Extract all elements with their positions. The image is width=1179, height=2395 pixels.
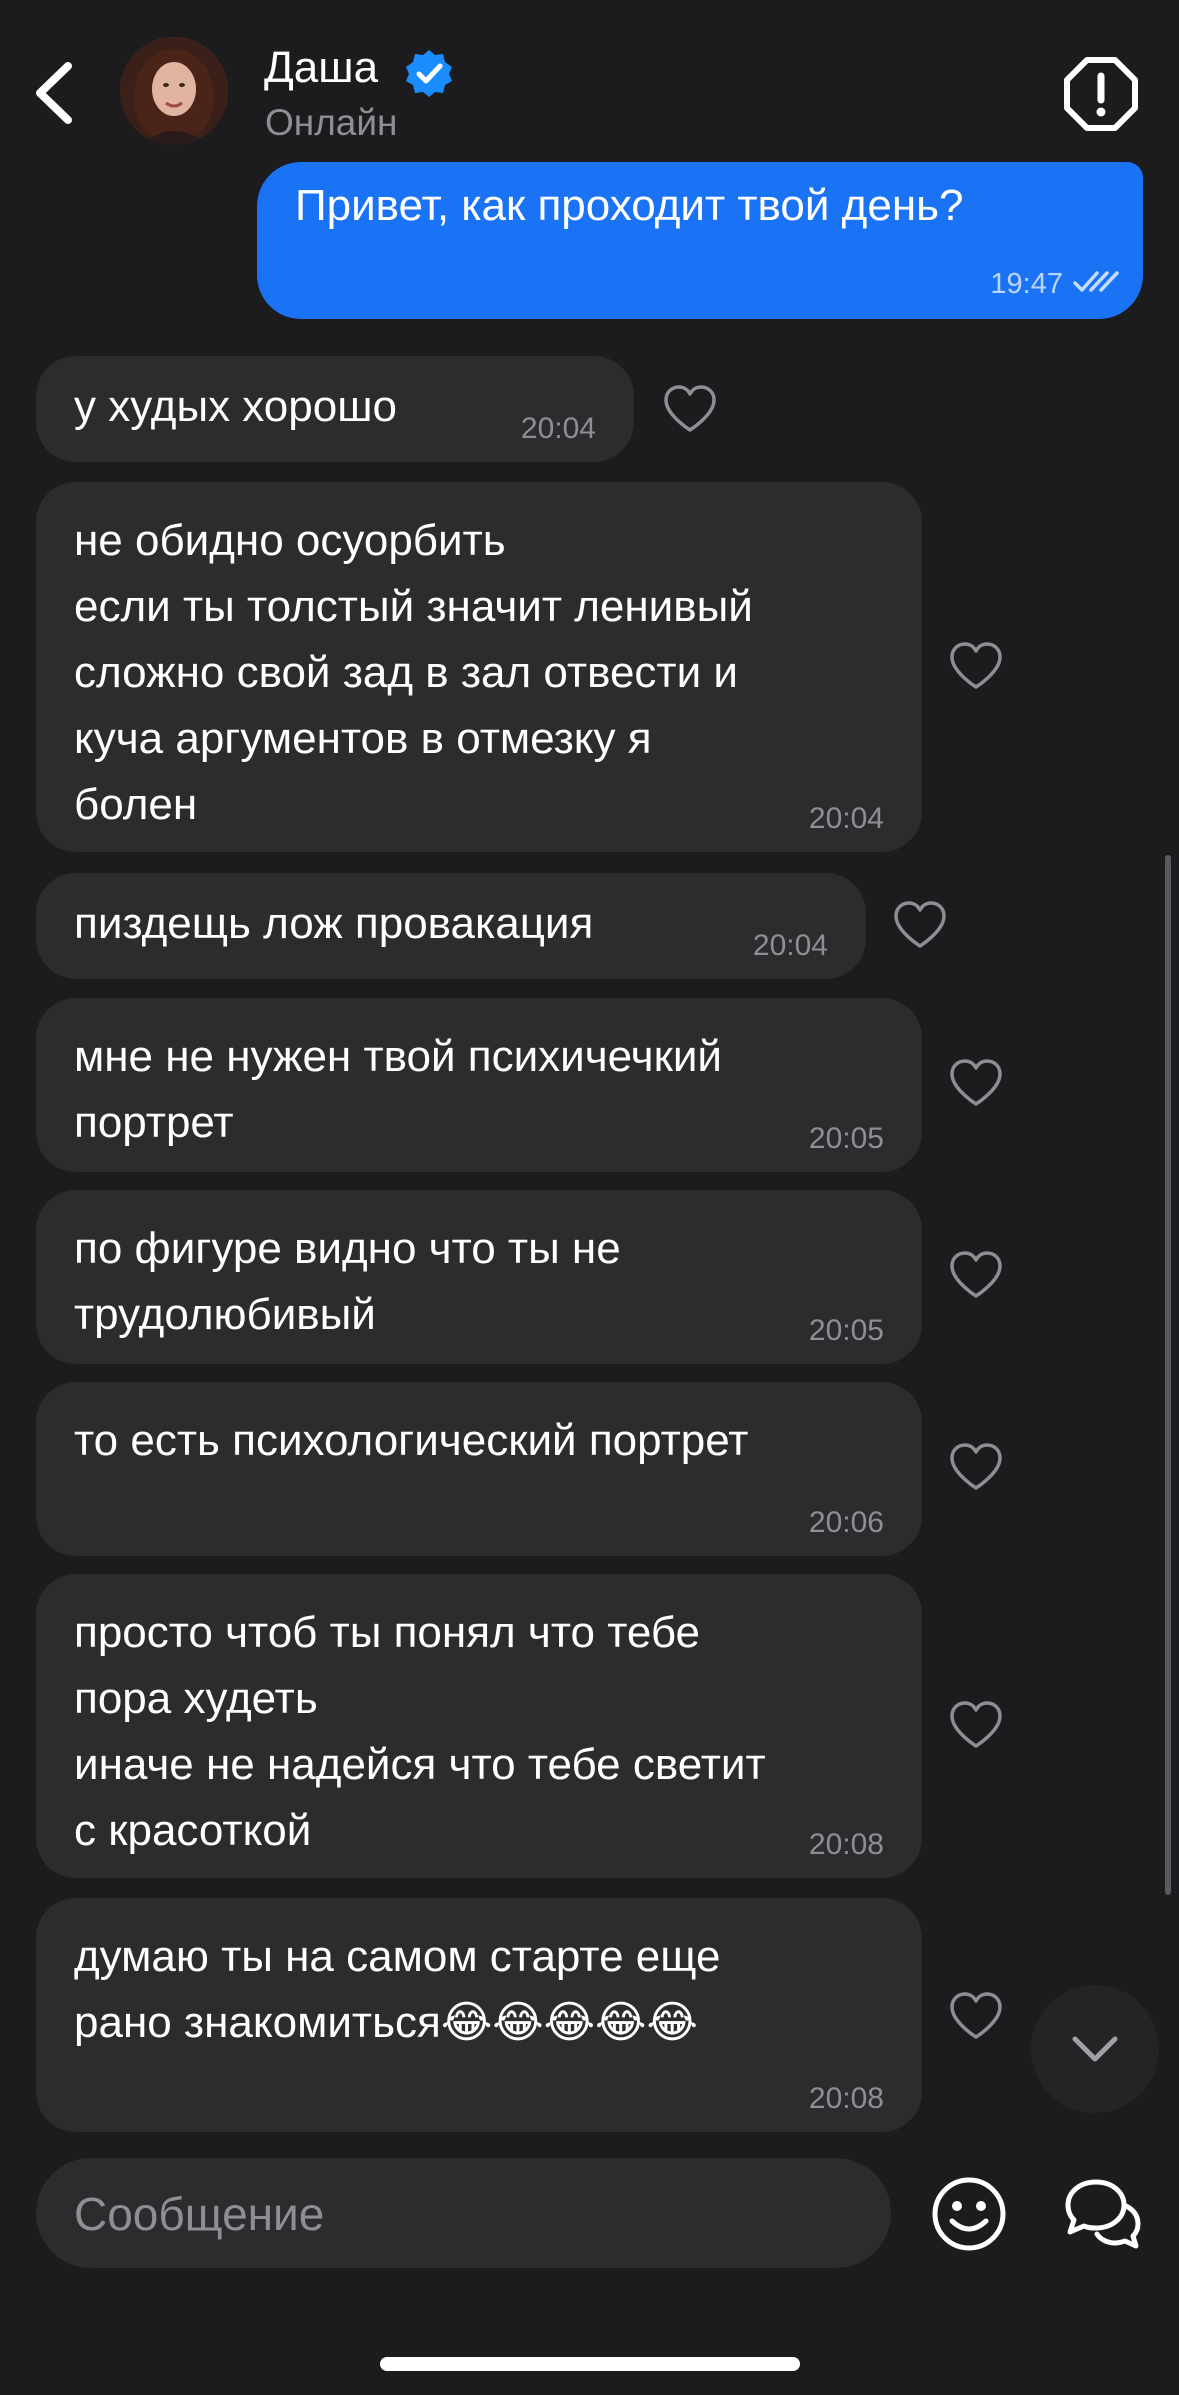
message-time: 20:05: [808, 1314, 884, 1347]
message-text: Привет, как проходит твой день?: [295, 181, 964, 230]
back-button[interactable]: [28, 58, 84, 128]
incoming-message[interactable]: по фигуре видно что ты не трудолюбивый 2…: [36, 1190, 922, 1364]
incoming-message[interactable]: просто чтоб ты понял что тебе пора худет…: [36, 1574, 922, 1878]
heart-outline-icon[interactable]: [948, 641, 1004, 691]
message-time: 19:47: [990, 268, 1063, 300]
incoming-message[interactable]: не обидно осуорбить если ты толстый знач…: [36, 482, 922, 852]
smiley-icon[interactable]: [930, 2175, 1008, 2253]
double-check-icon: [1073, 271, 1119, 292]
avatar-photo: [120, 37, 228, 145]
message-input-placeholder: Сообщение: [74, 2188, 325, 2240]
heart-outline-icon[interactable]: [662, 384, 718, 434]
heart-outline-icon[interactable]: [892, 900, 948, 950]
chevron-down-icon: [1072, 2036, 1118, 2062]
chat-bubbles-icon[interactable]: [1062, 2176, 1142, 2252]
message-time: 20:04: [752, 929, 828, 962]
message-text: по фигуре видно что ты не трудолюбивый: [74, 1224, 621, 1339]
avatar[interactable]: [120, 37, 228, 145]
message-time: 20:06: [808, 1506, 884, 1539]
heart-outline-icon[interactable]: [948, 1250, 1004, 1300]
message-time: 20:04: [520, 412, 596, 445]
incoming-message[interactable]: пиздещь лож провакация 20:04: [36, 873, 866, 979]
incoming-message[interactable]: мне не нужен твой психичечкий портрет 20…: [36, 998, 922, 1172]
scroll-down-button[interactable]: [1031, 1985, 1159, 2113]
message-time: 20:05: [808, 1122, 884, 1155]
chevron-left-icon: [36, 62, 72, 124]
outgoing-message[interactable]: Привет, как проходит твой день? 19:47: [257, 162, 1143, 319]
heart-outline-icon[interactable]: [948, 1058, 1004, 1108]
incoming-message[interactable]: думаю ты на самом старте еще рано знаком…: [36, 1898, 922, 2132]
heart-outline-icon[interactable]: [948, 1991, 1004, 2041]
home-indicator[interactable]: [380, 2357, 800, 2371]
message-time: 20:04: [808, 802, 884, 835]
online-status: Онлайн: [265, 102, 398, 143]
message-text: мне не нужен твой психичечкий портрет: [74, 1032, 723, 1147]
alert-octagon-icon: [1064, 57, 1138, 131]
contact-name[interactable]: Даша: [264, 38, 378, 98]
message-text: у худых хорошо: [74, 382, 397, 431]
chat-header: Даша Онлайн: [0, 0, 1179, 160]
verified-badge-icon: [406, 50, 452, 97]
message-text: то есть психологический портрет: [74, 1416, 749, 1465]
message-text: просто чтоб ты понял что тебе пора худет…: [74, 1608, 766, 1855]
message-text: думаю ты на самом старте еще рано знаком…: [74, 1932, 721, 2047]
message-text: пиздещь лож провакация: [74, 899, 594, 948]
message-text: не обидно осуорбить если ты толстый знач…: [74, 516, 753, 829]
incoming-message[interactable]: то есть психологический портрет 20:06: [36, 1382, 922, 1556]
report-button[interactable]: [1063, 56, 1139, 132]
scrollbar[interactable]: [1165, 855, 1171, 1895]
heart-outline-icon[interactable]: [948, 1700, 1004, 1750]
message-input[interactable]: Сообщение: [36, 2158, 891, 2268]
message-time: 20:08: [808, 1828, 884, 1861]
message-time: 20:08: [808, 2082, 884, 2115]
heart-outline-icon[interactable]: [948, 1442, 1004, 1492]
incoming-message[interactable]: у худых хорошо 20:04: [36, 356, 634, 462]
